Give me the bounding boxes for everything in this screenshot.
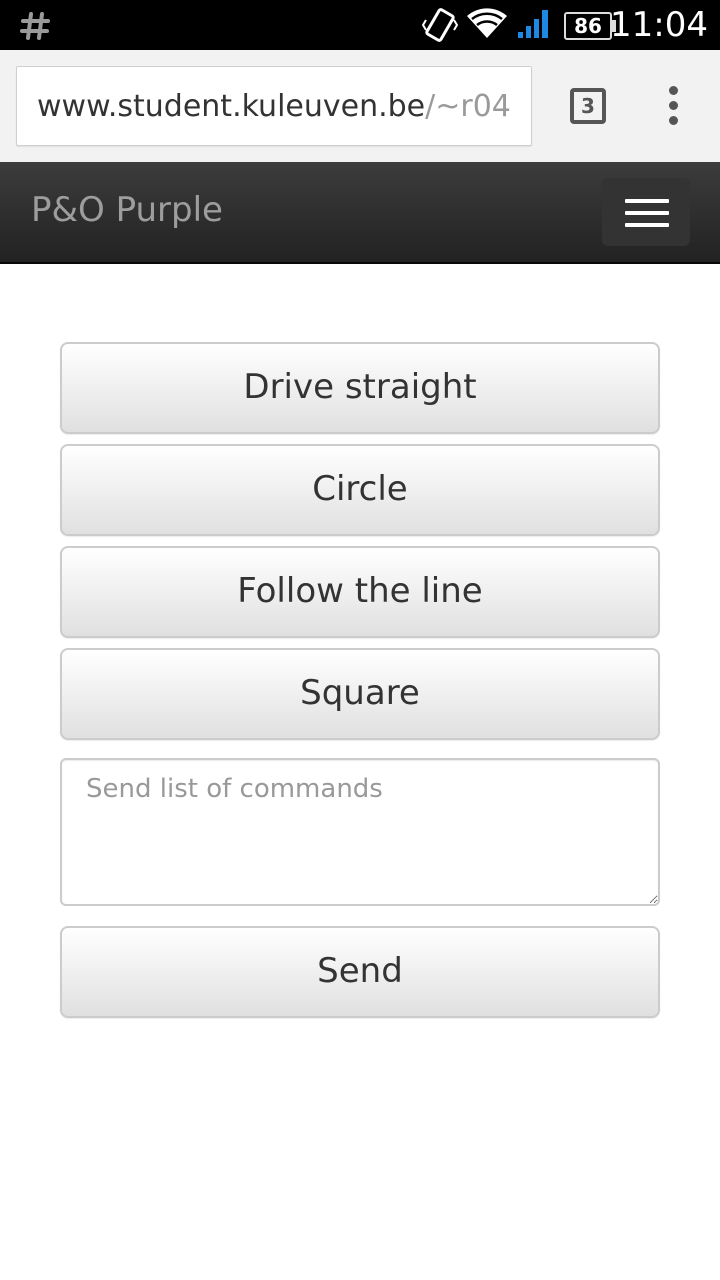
wifi-icon xyxy=(466,8,508,40)
url-bar[interactable]: www.student.kuleuven.be/~r04 xyxy=(16,66,532,146)
square-button[interactable]: Square xyxy=(60,648,660,740)
navbar: P&O Purple xyxy=(0,162,720,264)
vibrate-icon xyxy=(421,6,459,44)
hamburger-menu-icon[interactable] xyxy=(602,178,690,246)
tab-switcher-button[interactable]: 3 xyxy=(570,88,606,124)
status-bar: 86 11:04 xyxy=(0,0,720,50)
url-path: /~r04 xyxy=(425,89,511,124)
commands-textarea[interactable] xyxy=(60,758,660,906)
browser-toolbar: www.student.kuleuven.be/~r04 3 xyxy=(0,50,720,162)
drive-straight-button[interactable]: Drive straight xyxy=(60,342,660,434)
url-host: www.student.kuleuven.be xyxy=(37,89,426,124)
send-button[interactable]: Send xyxy=(60,926,660,1018)
circle-button[interactable]: Circle xyxy=(60,444,660,536)
hash-notification-icon xyxy=(20,10,52,42)
battery-level: 86 xyxy=(564,12,612,40)
cell-signal-icon xyxy=(516,8,552,40)
command-panel: Drive straight Circle Follow the line Sq… xyxy=(60,342,660,1028)
brand-link[interactable]: P&O Purple xyxy=(31,162,223,262)
clock: 11:04 xyxy=(610,5,708,45)
follow-the-line-button[interactable]: Follow the line xyxy=(60,546,660,638)
overflow-menu-icon[interactable] xyxy=(664,86,684,126)
